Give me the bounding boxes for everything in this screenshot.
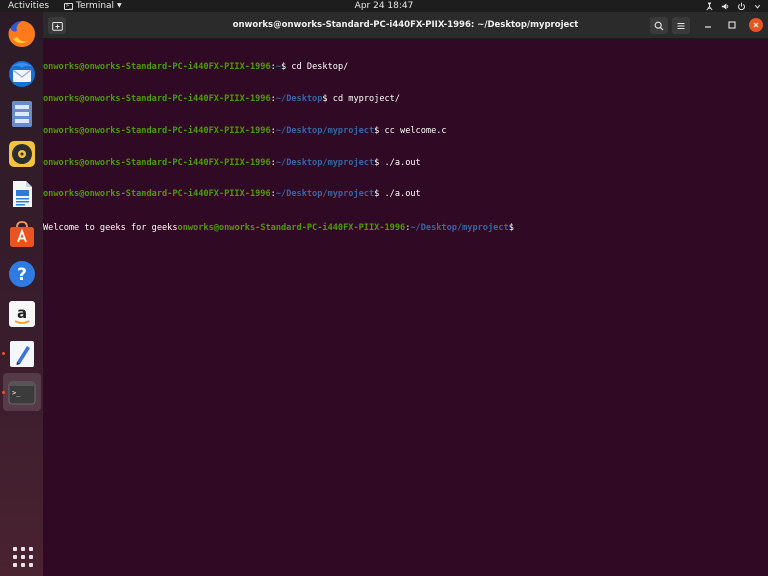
terminal-line: onworks@onworks-Standard-PC-i440FX-PIIX-… <box>43 93 401 104</box>
running-indicator <box>2 391 5 394</box>
minimize-button[interactable] <box>701 18 715 32</box>
app-menu[interactable]: >_ Terminal ▼ <box>64 0 122 12</box>
amazon-icon[interactable]: a <box>7 299 37 329</box>
hamburger-icon <box>677 22 685 29</box>
top-bar: Activities >_ Terminal ▼ Apr 24 18:47 <box>0 0 768 12</box>
chevron-down-icon <box>754 4 761 9</box>
close-icon <box>753 22 759 28</box>
svg-text:?: ? <box>17 265 27 285</box>
firefox-icon[interactable] <box>7 19 37 49</box>
minimize-icon <box>705 26 711 28</box>
terminal-icon: >_ <box>64 2 73 10</box>
clock[interactable]: Apr 24 18:47 <box>355 1 414 11</box>
program-output: Welcome to geeks for geeks <box>43 223 178 234</box>
terminal-output[interactable]: onworks@onworks-Standard-PC-i440FX-PIIX-… <box>43 40 768 576</box>
system-tray[interactable] <box>705 0 762 12</box>
maximize-button[interactable] <box>725 18 739 32</box>
thunderbird-icon[interactable] <box>7 59 37 89</box>
activities-button[interactable]: Activities <box>8 0 49 12</box>
svg-text:a: a <box>17 304 27 322</box>
svg-text:>_: >_ <box>12 389 21 397</box>
caret-down-icon: ▼ <box>117 2 122 9</box>
search-icon <box>654 21 664 30</box>
window-titlebar[interactable]: onworks@onworks-Standard-PC-i440FX-PIIX-… <box>43 12 768 39</box>
terminal-window: onworks@onworks-Standard-PC-i440FX-PIIX-… <box>43 12 768 576</box>
help-icon[interactable]: ? <box>7 259 37 289</box>
running-indicator <box>2 352 5 355</box>
power-icon <box>738 2 745 10</box>
menu-button[interactable] <box>672 17 690 34</box>
software-center-icon[interactable] <box>7 219 37 249</box>
files-icon[interactable] <box>7 99 37 129</box>
text-editor-icon[interactable] <box>7 339 37 369</box>
terminal-line: Welcome to geeks for geeksonworks@onwork… <box>43 221 768 234</box>
rhythmbox-icon[interactable] <box>7 139 37 169</box>
search-button[interactable] <box>650 17 668 34</box>
app-menu-label: Terminal <box>76 1 115 11</box>
writer-icon[interactable] <box>7 179 37 209</box>
terminal-line: onworks@onworks-Standard-PC-i440FX-PIIX-… <box>43 189 421 200</box>
network-icon <box>706 1 713 10</box>
terminal-line: onworks@onworks-Standard-PC-i440FX-PIIX-… <box>43 62 349 73</box>
close-button[interactable] <box>749 18 763 32</box>
terminal-line: onworks@onworks-Standard-PC-i440FX-PIIX-… <box>43 157 421 168</box>
new-tab-button[interactable] <box>48 17 66 34</box>
maximize-icon <box>728 21 736 29</box>
terminal-app-icon[interactable]: >_ <box>7 378 37 408</box>
terminal-line: onworks@onworks-Standard-PC-i440FX-PIIX-… <box>43 125 447 136</box>
new-tab-icon <box>51 21 63 31</box>
terminal-cursor <box>519 221 524 230</box>
volume-icon <box>721 2 729 10</box>
dock: ? a >_ <box>0 12 43 576</box>
show-applications-icon[interactable] <box>11 545 33 567</box>
